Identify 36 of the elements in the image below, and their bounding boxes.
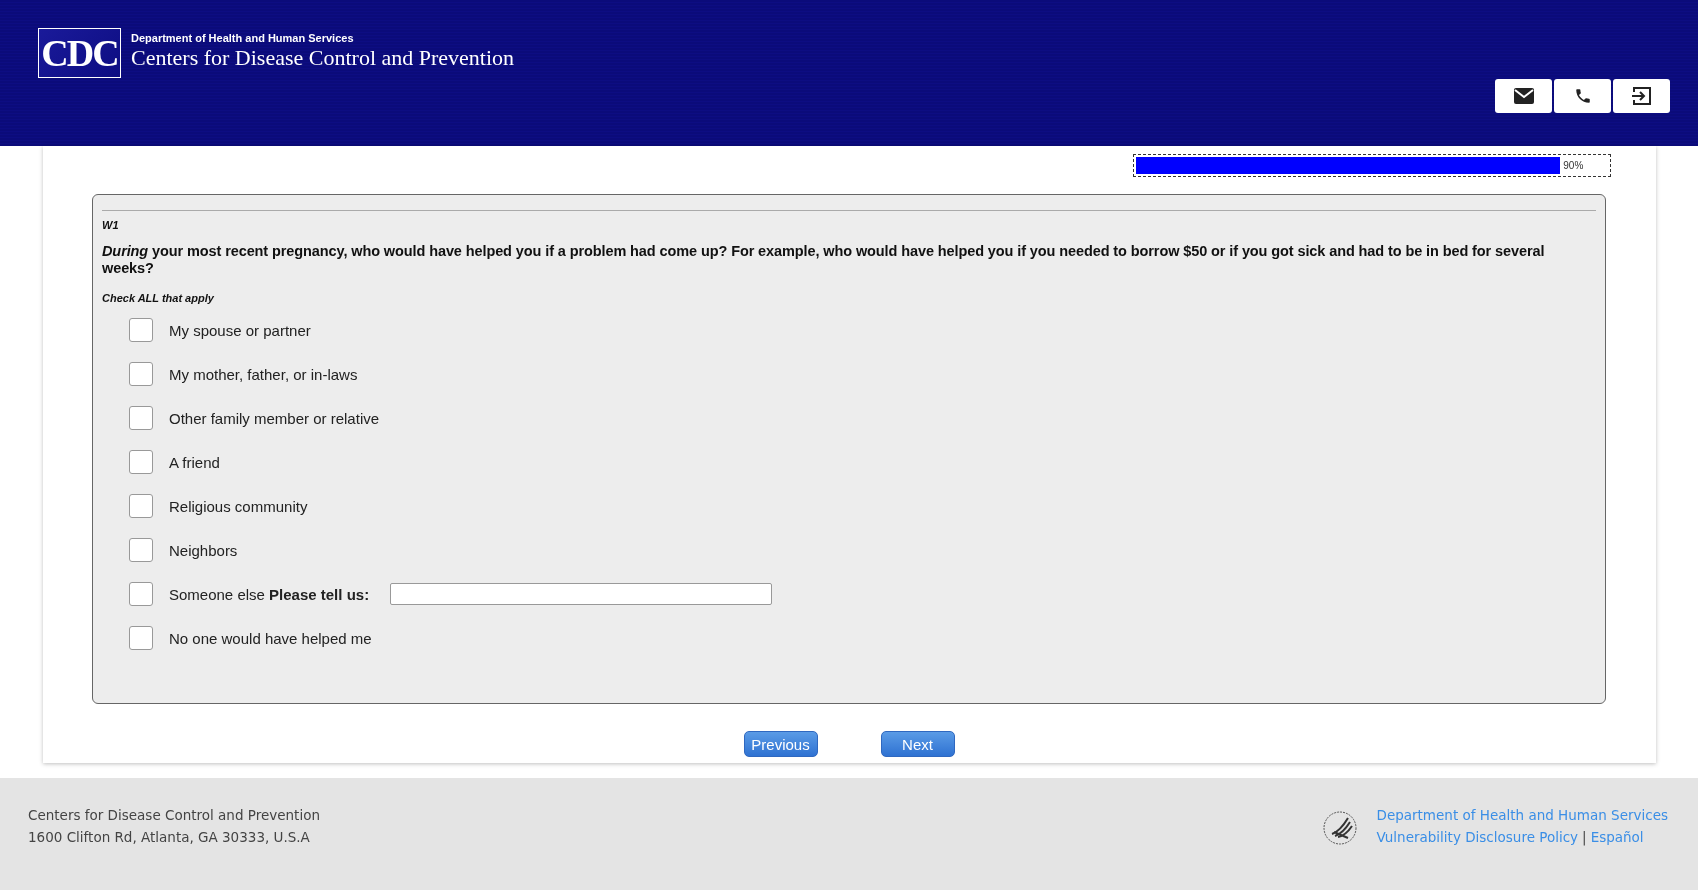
option-label[interactable]: Neighbors [169,541,238,559]
logo: CDC [38,28,121,78]
progress-reading: 90% [1563,160,1584,171]
phone-icon [1573,87,1592,105]
checkbox[interactable] [129,450,153,474]
option-label[interactable]: Someone else Please tell us: [169,585,370,603]
eagle-seal-icon [1322,810,1359,846]
checkbox[interactable] [129,318,153,342]
phone-button[interactable] [1554,79,1611,113]
checkbox[interactable] [129,406,153,430]
checkbox[interactable] [129,538,153,562]
input-field[interactable] [390,583,773,605]
exit-button[interactable] [1613,79,1670,113]
address-line: 1600 Clifton Rd, Atlanta, GA 30333, U.S.A [28,828,311,847]
address-line: Centers for Disease Control and Prevention [28,806,320,825]
option-label[interactable]: My spouse or partner [169,321,311,339]
mail-button[interactable] [1495,79,1552,113]
previous-button[interactable]: Previous [743,731,818,757]
checkbox[interactable] [129,582,153,606]
option-label[interactable]: My mother, father, or in-laws [169,365,358,383]
option-label[interactable]: A friend [169,453,220,471]
checkbox[interactable] [129,494,153,518]
instruction: Check ALL that apply [102,292,215,304]
agency-name: Centers for Disease Control and Prevention [131,45,515,71]
option-label[interactable]: No one would have helped me [169,629,372,647]
next-button[interactable]: Next [880,731,955,757]
mail-icon [1513,88,1534,104]
exit-icon [1631,87,1652,105]
question-id: W1 [102,219,120,231]
link-separator: | [1582,828,1587,848]
option-label[interactable]: Other family member or relative [169,409,380,427]
option-label[interactable]: Religious community [169,497,308,515]
checkbox[interactable] [129,362,153,386]
question-text: During your most recent pregnancy, who would have helped you if a problem had come up? For example, who would have helped you if you needed to borrow $50 or if you got sick and had to be in bed for several weeks? [102,243,1546,277]
department-name: Department of Health and Human Services [131,32,355,44]
checkbox[interactable] [129,626,153,650]
